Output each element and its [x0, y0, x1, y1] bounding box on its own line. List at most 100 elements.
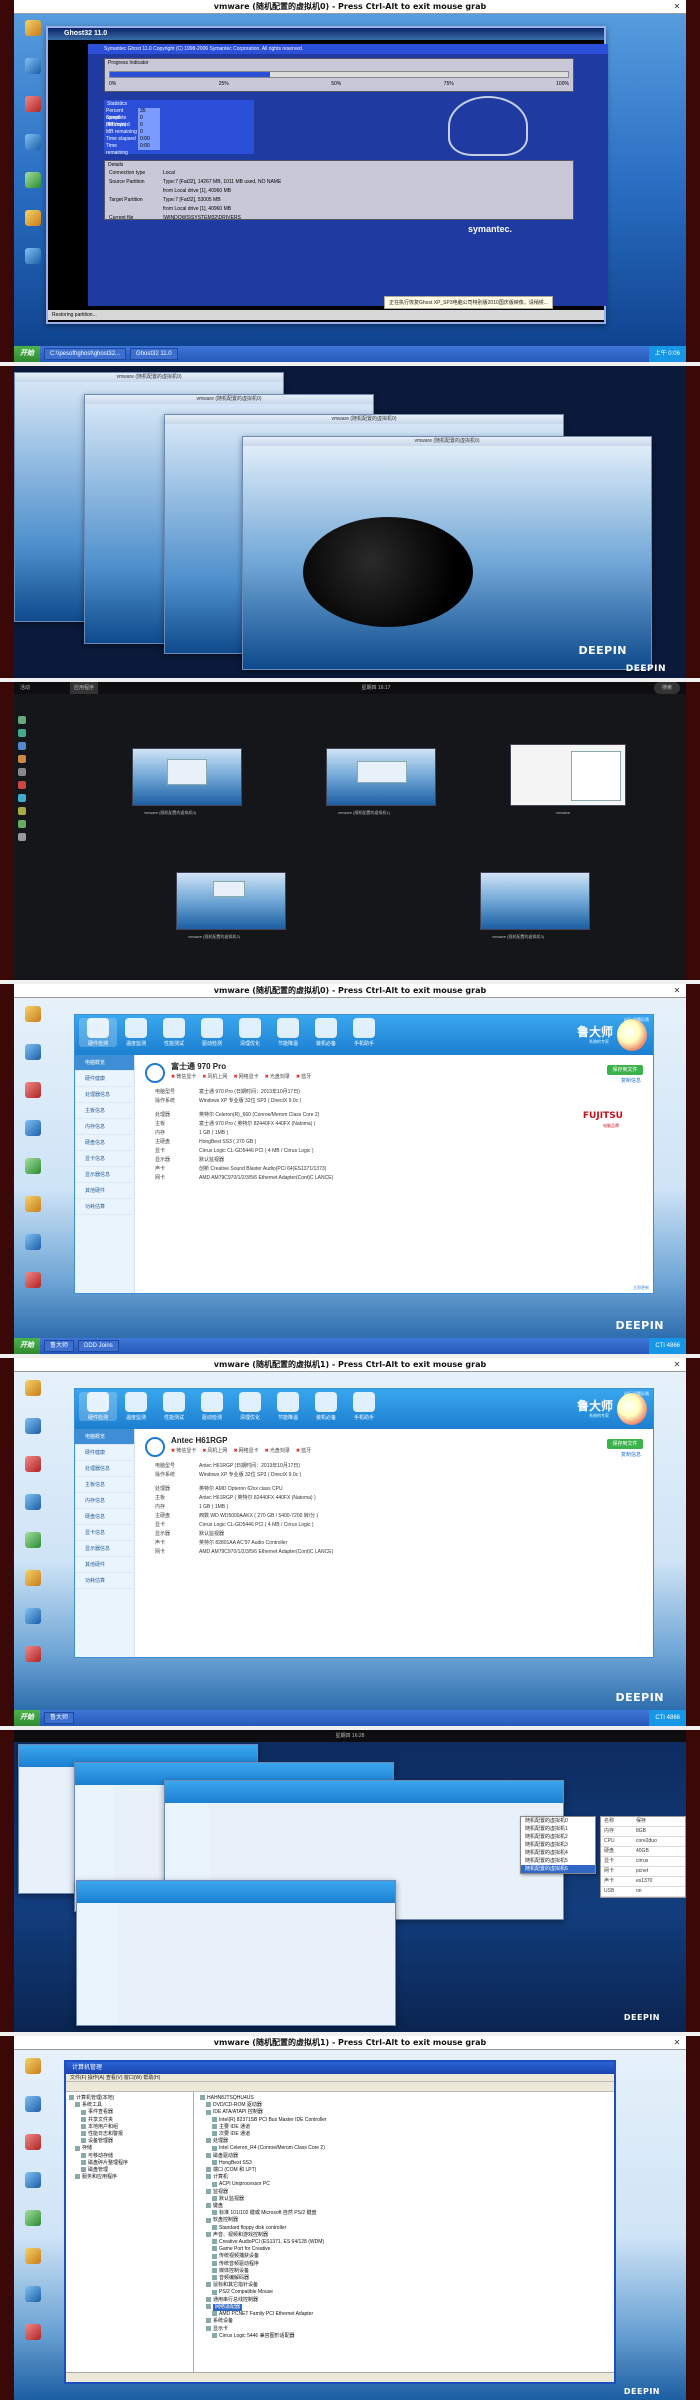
close-icon[interactable]: ✕: [672, 1360, 682, 1370]
desktop-icon[interactable]: [18, 1006, 48, 1040]
toolbar-button[interactable]: 清理优化: [231, 1018, 269, 1047]
search-input[interactable]: 搜索: [653, 682, 680, 694]
toolbar-button[interactable]: 硬件检测: [79, 1392, 117, 1421]
dock-icon[interactable]: [18, 729, 26, 737]
toolbar-button[interactable]: 硬件检测: [79, 1018, 117, 1047]
save-button[interactable]: 保存到文件: [607, 1065, 643, 1075]
dock-icon[interactable]: [18, 807, 26, 815]
tree-node[interactable]: 事件查看器: [69, 2109, 190, 2116]
device-node[interactable]: 默认监视器: [200, 2196, 611, 2203]
sidebar-item[interactable]: 硬件健康: [75, 1071, 134, 1087]
desktop-icon[interactable]: [18, 2172, 48, 2206]
desktop-icon[interactable]: [18, 1570, 48, 1604]
desktop-icon[interactable]: [18, 248, 48, 282]
context-menu-item[interactable]: 随机配置的虚拟机0: [521, 1817, 595, 1825]
window-thumb-3[interactable]: [176, 872, 286, 930]
device-node[interactable]: Standard floppy disk controller: [200, 2225, 611, 2232]
device-node[interactable]: Intel Celeron_R4 (Conroe/Merom Class Cor…: [200, 2145, 611, 2152]
close-icon[interactable]: ✕: [672, 2, 682, 12]
desktop-icon[interactable]: [18, 2248, 48, 2282]
sidebar-item[interactable]: 主板信息: [75, 1477, 134, 1493]
dock-icon[interactable]: [18, 781, 26, 789]
sidebar-item[interactable]: 处理器信息: [75, 1087, 134, 1103]
device-node[interactable]: 次要 IDE 通道: [200, 2131, 611, 2138]
context-menu-item[interactable]: 随机配置的虚拟机4: [521, 1849, 595, 1857]
copy-link[interactable]: 复制信息: [621, 1451, 641, 1458]
desktop-icon[interactable]: [18, 1494, 48, 1528]
desktop-icon[interactable]: [18, 172, 48, 206]
device-node[interactable]: 标准 101/102 键或 Microsoft 自然 PS/2 键盘: [200, 2210, 611, 2217]
context-menu-item[interactable]: 随机配置的虚拟机2: [521, 1833, 595, 1841]
sidebar-item[interactable]: 主板信息: [75, 1103, 134, 1119]
toolbar-button[interactable]: 节能降温: [269, 1018, 307, 1047]
device-node[interactable]: Game Port for Creative: [200, 2246, 611, 2253]
desktop-icon[interactable]: [18, 2286, 48, 2320]
toolbar-button[interactable]: 性能测试: [155, 1392, 193, 1421]
context-menu-item[interactable]: 随机配置的虚拟机6: [521, 1865, 595, 1873]
device-node[interactable]: Intel(R) 82371SB PCI Bus Master IDE Cont…: [200, 2117, 611, 2124]
desktop-icon[interactable]: [18, 1082, 48, 1116]
sidebar-item[interactable]: 其他硬件: [75, 1183, 134, 1199]
desktop-icon[interactable]: [18, 1456, 48, 1490]
sidebar-item[interactable]: 硬件健康: [75, 1445, 134, 1461]
desktop-icon[interactable]: [18, 1272, 48, 1306]
taskbar-item[interactable]: C:\\pesoft\ghost\ghost32...: [44, 348, 127, 360]
window-thumb-1[interactable]: [326, 748, 436, 806]
desktop-icon[interactable]: [18, 2096, 48, 2130]
device-node[interactable]: 传统音频驱动程序: [200, 2261, 611, 2268]
toolbar-button[interactable]: 手机助手: [345, 1018, 383, 1047]
tree-node[interactable]: 共享文件夹: [69, 2117, 190, 2124]
toolbar-button[interactable]: 温度监测: [117, 1392, 155, 1421]
sidebar-item[interactable]: 电脑概览: [75, 1429, 134, 1445]
device-node[interactable]: 音频编解码器: [200, 2275, 611, 2282]
applications-button[interactable]: 应用程序: [70, 682, 99, 694]
update-link[interactable]: 立即更新: [633, 1285, 649, 1291]
sidebar-item[interactable]: 显卡信息: [75, 1151, 134, 1167]
device-node[interactable]: IDE ATA/ATAPI 控制器: [200, 2109, 611, 2116]
device-node[interactable]: 系统设备: [200, 2318, 611, 2325]
device-node[interactable]: PS/2 Compatible Mouse: [200, 2289, 611, 2296]
device-node[interactable]: 媒体控制设备: [200, 2268, 611, 2275]
context-menu-item[interactable]: 随机配置的虚拟机5: [521, 1857, 595, 1865]
dock-icon[interactable]: [18, 742, 26, 750]
start-button[interactable]: 开始: [14, 346, 40, 362]
device-node[interactable]: Creative AudioPCI (ES1371, ES 64/128 (WD…: [200, 2239, 611, 2246]
sidebar-item[interactable]: 内存信息: [75, 1119, 134, 1135]
sidebar-item[interactable]: 硬盘信息: [75, 1509, 134, 1525]
tree-node[interactable]: 可移动存储: [69, 2153, 190, 2160]
sidebar-item[interactable]: 处理器信息: [75, 1461, 134, 1477]
save-button[interactable]: 保存到文件: [607, 1439, 643, 1449]
desktop-icon[interactable]: [18, 210, 48, 244]
device-node[interactable]: 传统视频捕获设备: [200, 2253, 611, 2260]
desktop-icon[interactable]: [18, 1532, 48, 1566]
toolbar-button[interactable]: 装机必备: [307, 1018, 345, 1047]
desktop-icon[interactable]: [18, 2324, 48, 2358]
toolbar-button[interactable]: 温度监测: [117, 1018, 155, 1047]
tree-node[interactable]: 存储: [69, 2145, 190, 2152]
desktop-icon[interactable]: [18, 1380, 48, 1414]
desktop-icon[interactable]: [18, 2134, 48, 2168]
sidebar-item[interactable]: 显示器信息: [75, 1541, 134, 1557]
toolbar-button[interactable]: 性能测试: [155, 1018, 193, 1047]
toolbar-button[interactable]: 驱动检测: [193, 1018, 231, 1047]
desktop-icon[interactable]: [18, 96, 48, 130]
window-thumb-4[interactable]: [480, 872, 590, 930]
taskbar-item[interactable]: 鲁大师: [44, 1340, 75, 1352]
device-node[interactable]: 软盘控制器: [200, 2217, 611, 2224]
toolbar-button[interactable]: 手机助手: [345, 1392, 383, 1421]
dock-icon[interactable]: [18, 794, 26, 802]
copy-link[interactable]: 复制信息: [621, 1077, 641, 1084]
taskbar-item[interactable]: 鲁大师: [44, 1712, 75, 1724]
device-node[interactable]: 鼠标和其它指针设备: [200, 2282, 611, 2289]
desktop-icon[interactable]: [18, 2210, 48, 2244]
taskbar-item[interactable]: DDD Joins: [78, 1340, 119, 1352]
device-node[interactable]: 处理器: [200, 2138, 611, 2145]
sidebar-item[interactable]: 硬盘信息: [75, 1135, 134, 1151]
sidebar-item[interactable]: 显示器信息: [75, 1167, 134, 1183]
desktop-icon[interactable]: [18, 1158, 48, 1192]
dock-icon[interactable]: [18, 716, 26, 724]
device-node[interactable]: 通用串行总线控制器: [200, 2297, 611, 2304]
dock-icon[interactable]: [18, 768, 26, 776]
device-node[interactable]: 网络适配器: [200, 2303, 611, 2312]
desktop-icon[interactable]: [18, 58, 48, 92]
